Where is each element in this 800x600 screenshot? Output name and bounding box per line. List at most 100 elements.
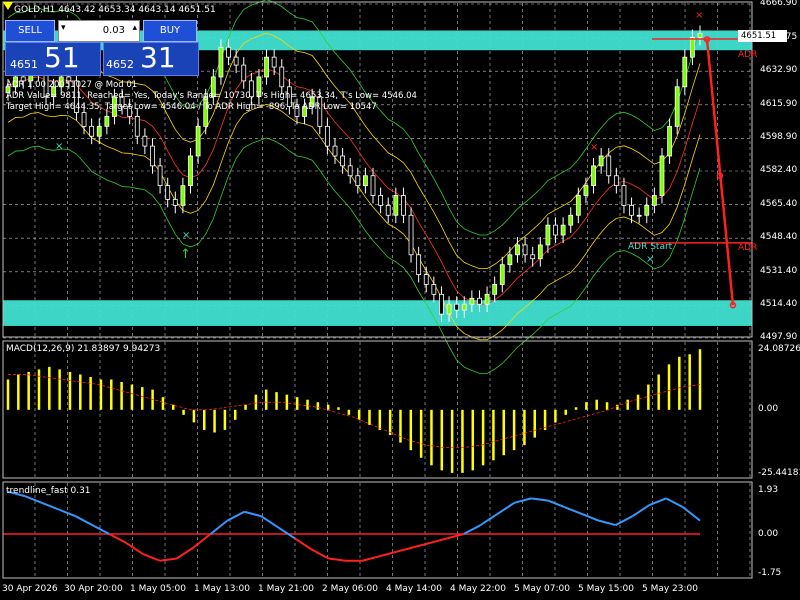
price-tick-label: 4666.90 <box>760 0 798 8</box>
candle-body <box>477 297 482 305</box>
candle-body <box>241 64 247 82</box>
candle-body <box>134 116 140 137</box>
candle-body <box>401 195 406 216</box>
candle-body <box>423 274 429 285</box>
candle-body <box>195 125 201 157</box>
adr-info-line-3: Target High= 4644.35, Target Low= 4546.0… <box>6 102 377 112</box>
trend-segment <box>395 546 414 553</box>
candle-body <box>172 199 178 206</box>
buy-arrow-icon: ↑ <box>180 247 191 262</box>
trend-segment <box>547 499 566 509</box>
price-tick-label: 4565.40 <box>760 198 798 209</box>
candle-body <box>271 56 277 68</box>
lot-size-field[interactable]: ▾ ▴ <box>58 20 140 42</box>
candle-body <box>233 56 239 66</box>
signal-cross-icon: × <box>182 230 190 241</box>
lot-increase-icon[interactable]: ▴ <box>132 23 137 33</box>
candle-body <box>279 66 285 88</box>
candle-body <box>165 185 171 200</box>
candle-body <box>439 293 444 315</box>
candle-body <box>370 175 376 196</box>
trend-segment <box>108 533 127 544</box>
candle-body <box>629 204 634 216</box>
adr-info-line-2: ADR Value= 9811, Reached= Yes, Today's R… <box>6 91 417 101</box>
signal-cross-icon: × <box>646 254 654 265</box>
candle-body <box>583 185 589 196</box>
candle-body <box>347 165 353 177</box>
trend-segment <box>311 548 330 560</box>
candle-body <box>89 125 95 137</box>
candle-body <box>499 264 505 285</box>
candle-body <box>644 204 650 216</box>
candle-body <box>659 155 665 196</box>
candle-body <box>408 214 414 256</box>
trend-segment <box>581 513 600 522</box>
candle-body <box>598 155 604 167</box>
candle-body <box>81 112 87 127</box>
trend-segment <box>496 501 515 515</box>
one-click-trading-panel: SELL ▾ ▴ BUY 4651 51 4652 31 <box>5 20 199 76</box>
lot-decrease-icon[interactable]: ▾ <box>61 23 66 33</box>
sell-quote[interactable]: 4651 51 <box>5 41 101 76</box>
symbol-menu-icon[interactable] <box>3 2 13 10</box>
candle-body <box>492 284 498 295</box>
candle-body <box>697 33 703 38</box>
time-tick-label: 5 May 23:00 <box>642 584 698 594</box>
time-tick-label: 30 Apr 2026 <box>2 584 58 594</box>
trend-segment <box>665 497 684 509</box>
sell-button[interactable]: SELL <box>5 20 55 42</box>
sell-price-pips: 51 <box>44 41 80 74</box>
candle-body <box>431 284 437 295</box>
buy-quote[interactable]: 4652 31 <box>103 41 199 76</box>
signal-cross-icon: × <box>695 10 703 21</box>
trend-segment <box>244 510 262 518</box>
candle-body <box>636 214 642 217</box>
adr-high-label: ADR <box>738 50 758 60</box>
trend-segment <box>379 550 397 558</box>
time-tick-label: 30 Apr 20:00 <box>64 584 123 594</box>
trend-segment <box>58 508 76 518</box>
sell-price-prefix: 4651 <box>10 58 38 71</box>
buy-price-pips: 31 <box>140 41 176 74</box>
candle-body <box>393 195 399 216</box>
candle-body <box>332 145 338 157</box>
price-tick-label: 4514.40 <box>760 299 798 310</box>
trend-segment <box>631 504 650 518</box>
price-tick-label: 4615.90 <box>760 98 798 109</box>
price-tick-label: 4548.40 <box>760 232 798 243</box>
candle-body <box>613 175 619 187</box>
candle-body <box>355 175 361 187</box>
candle-body <box>553 224 558 236</box>
candle-body <box>416 254 422 275</box>
time-tick-label: 2 May 06:00 <box>322 584 378 594</box>
candle-body <box>340 155 345 167</box>
time-tick-label: 5 May 07:00 <box>514 584 570 594</box>
trend-segment <box>615 515 633 526</box>
candle-body <box>621 185 627 206</box>
macd-tick-top: 24.08726 <box>758 344 800 354</box>
trend-segment <box>75 515 93 526</box>
trend-segment <box>429 537 448 544</box>
candle-body <box>575 195 581 216</box>
trend-segment <box>564 506 583 515</box>
buy-button[interactable]: BUY <box>143 20 197 42</box>
candle-body <box>96 125 102 137</box>
trend-segment <box>648 497 667 506</box>
candle-body <box>142 135 148 147</box>
candle-body <box>157 165 163 187</box>
lot-size-input[interactable] <box>73 21 125 39</box>
trend-segment <box>41 501 60 511</box>
chart-canvas: × × × × × ↑ <box>2 0 753 579</box>
candle-body <box>446 303 452 315</box>
macd-panel-border <box>2 340 753 479</box>
candle-body <box>484 293 490 305</box>
candle-body <box>324 125 330 147</box>
time-tick-label: 4 May 14:00 <box>386 584 442 594</box>
candle-body <box>537 244 543 260</box>
price-tick-label: 4497.90 <box>760 332 798 342</box>
trend-panel-border <box>2 481 753 579</box>
time-tick-label: 1 May 05:00 <box>130 584 186 594</box>
price-tick-label: 4598.90 <box>760 132 798 143</box>
signal-cross-icon: × <box>55 141 63 152</box>
candle-body <box>378 195 384 206</box>
